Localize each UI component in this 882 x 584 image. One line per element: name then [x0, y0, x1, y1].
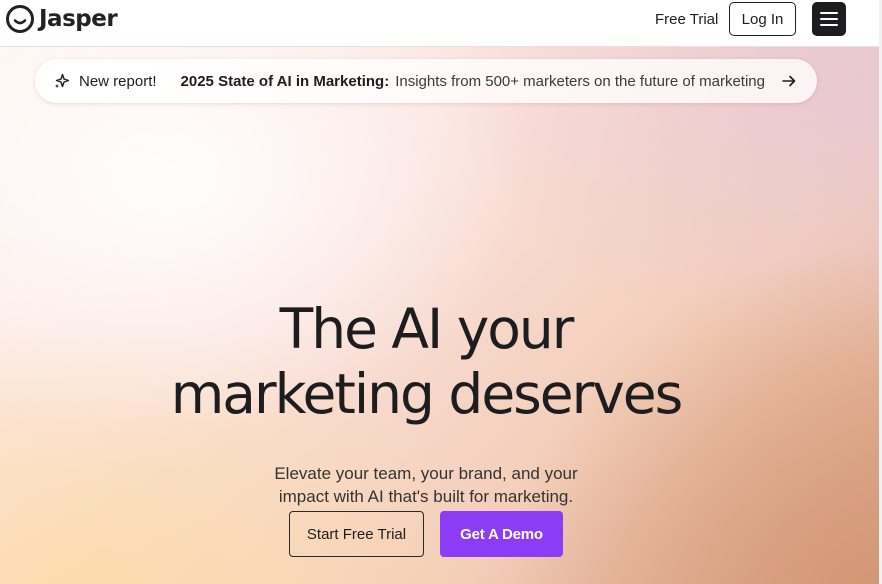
hero-subheading: Elevate your team, your brand, and your …	[0, 462, 852, 508]
menu-button[interactable]	[812, 2, 846, 36]
subhead-line-2: impact with AI that's built for marketin…	[278, 487, 574, 506]
sparkle-icon	[55, 73, 70, 88]
headline-line-1: The AI your	[279, 297, 575, 361]
report-title: 2025 State of AI in Marketing:	[180, 72, 390, 90]
new-report-label: New report!	[79, 72, 157, 90]
subhead-line-1: Elevate your team, your brand, and your	[274, 464, 578, 483]
headline-line-2: marketing deserves	[170, 362, 684, 426]
start-free-trial-button[interactable]: Start Free Trial	[289, 511, 424, 557]
report-description: Insights from 500+ marketers on the futu…	[395, 72, 765, 90]
get-a-demo-button[interactable]: Get A Demo	[440, 511, 563, 557]
hero-headline: The AI your marketing deserves	[0, 297, 852, 427]
brand-name: Jasper	[39, 6, 118, 32]
hero-section: New report! 2025 State of AI in Marketin…	[0, 47, 882, 584]
hamburger-menu-icon	[820, 12, 838, 26]
announcement-banner[interactable]: New report! 2025 State of AI in Marketin…	[35, 59, 817, 103]
top-navigation: Jasper Free Trial Log In	[0, 0, 882, 47]
login-button[interactable]: Log In	[729, 2, 796, 36]
new-report-badge: New report!	[42, 65, 168, 97]
free-trial-link[interactable]: Free Trial	[655, 10, 718, 30]
jasper-logo[interactable]: Jasper	[5, 4, 118, 34]
arrow-right-icon	[782, 75, 796, 87]
jasper-logo-icon	[6, 5, 34, 33]
